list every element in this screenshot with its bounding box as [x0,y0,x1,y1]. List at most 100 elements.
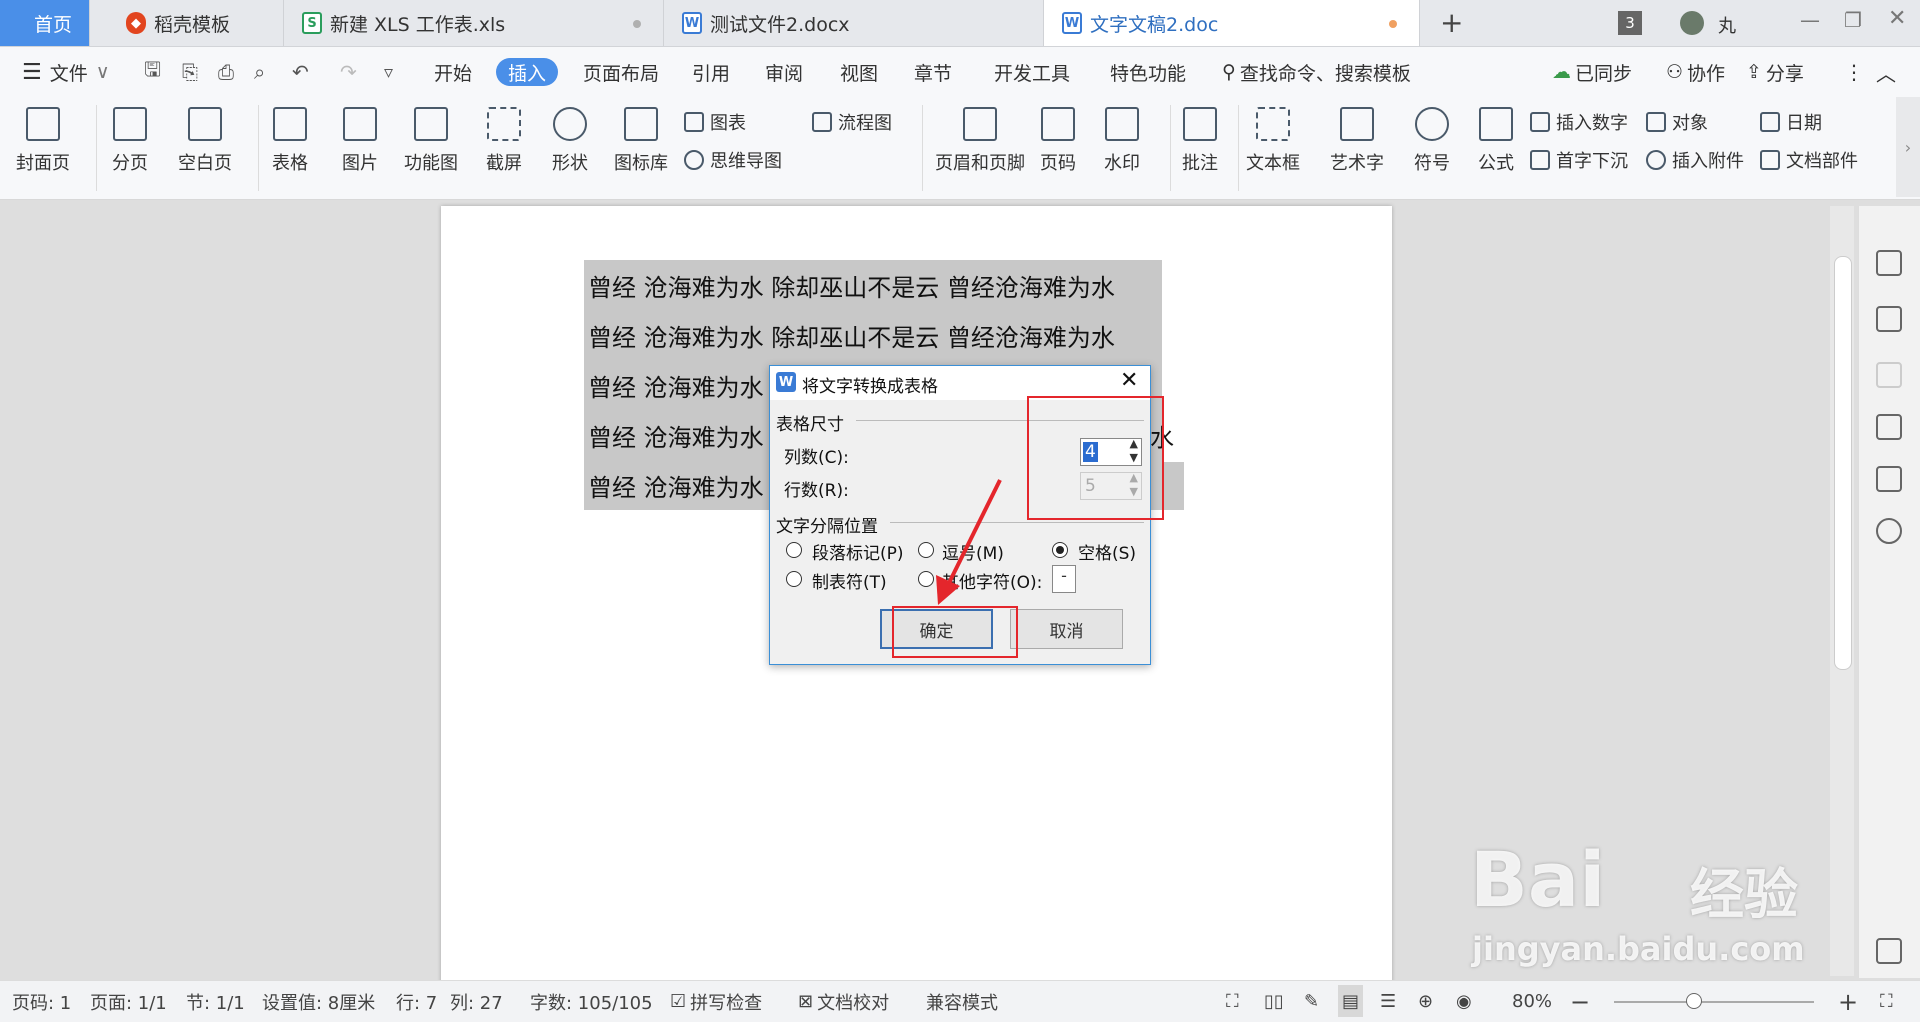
menu-developer[interactable]: 开发工具 [994,47,1070,97]
menu-chapter[interactable]: 章节 [914,47,952,97]
restore-icon[interactable]: ❐ [1844,8,1862,32]
doc-line-4[interactable]: 曾经 沧海难为水 [588,418,764,453]
chart-button[interactable]: 图表 [684,109,746,135]
cover-page-button[interactable]: 封面页 [16,107,70,175]
cancel-button[interactable]: 取消 [1010,609,1123,649]
header-footer-button[interactable]: 页眉和页脚 [935,107,1025,175]
minimize-icon[interactable]: — [1800,8,1820,32]
close-window-icon[interactable]: ✕ [1888,6,1906,31]
page-break-button[interactable]: 分页 [112,107,148,175]
avatar[interactable] [1680,11,1704,35]
quick-access-chevron-icon[interactable]: ▿ [384,47,393,97]
doc-line-5[interactable]: 曾经 沧海难为水 [588,468,764,503]
tab-test-docx[interactable]: W 测试文件2.docx [664,0,1044,46]
menu-references[interactable]: 引用 [692,47,730,97]
page-number-button[interactable]: 页码 [1040,107,1076,175]
dropcap-button[interactable]: 首字下沉 [1530,147,1628,173]
print-icon[interactable]: ⎙ [218,47,234,97]
omega-icon[interactable] [1876,518,1902,544]
command-search[interactable]: ⚲ 查找命令、搜索模板 [1222,47,1411,97]
menu-start[interactable]: 开始 [434,47,472,97]
mindmap-button[interactable]: 思维导图 [684,147,782,173]
sync-status[interactable]: ☁ 已同步 [1552,47,1632,97]
redo-icon[interactable]: ↷ [340,47,357,97]
zoom-slider-thumb[interactable] [1686,993,1702,1009]
lock-icon[interactable] [1876,414,1902,440]
doc-line-3[interactable]: 曾经 沧海难为水 [588,368,764,403]
menu-review[interactable]: 审阅 [765,47,803,97]
spell-check-button[interactable]: ☑ 拼写检查 [670,981,762,1022]
wordart-button[interactable]: 艺术字 [1330,107,1384,175]
status-setting[interactable]: 设置值: 8厘米 [262,981,375,1022]
menu-page-layout[interactable]: 页面布局 [583,47,659,97]
window-count-badge[interactable]: 3 [1618,11,1642,35]
formula-button[interactable]: 公式 [1478,107,1514,175]
object-button[interactable]: 对象 [1646,109,1708,135]
read-mode-icon[interactable]: ▯▯ [1264,981,1284,1022]
attach-button[interactable]: 插入附件 [1646,147,1744,173]
pen-icon[interactable] [1876,250,1902,276]
image-icon[interactable] [1876,466,1902,492]
ribbon-scroll-right-icon[interactable]: › [1896,97,1920,197]
screenshot-button[interactable]: 截屏 [486,107,522,175]
tab-home[interactable]: 首页 [0,0,90,46]
outline-view-icon[interactable]: ☰ [1380,981,1396,1022]
picture-button[interactable]: 图片 [342,107,378,175]
scroll-thumb[interactable] [1834,256,1852,670]
file-menu[interactable]: ☰ 文件 ∨ [22,47,110,97]
menu-special[interactable]: 特色功能 [1110,47,1186,97]
proofread-button[interactable]: ⊠ 文档校对 [798,981,889,1022]
web-view-icon[interactable]: ⊕ [1418,981,1433,1022]
flowchart-button[interactable]: 流程图 [812,109,892,135]
tab-xls[interactable]: S 新建 XLS 工作表.xls [284,0,664,46]
table-button[interactable]: 表格 [272,107,308,175]
symbol-button[interactable]: 符号 [1414,107,1450,175]
zoom-slider[interactable] [1614,1001,1814,1003]
collapse-ribbon-icon[interactable]: ︿ [1876,47,1896,97]
icon-library-button[interactable]: 图标库 [614,107,668,175]
page-view-icon[interactable]: ▤ [1338,985,1364,1017]
vertical-scrollbar[interactable] [1830,206,1854,976]
tab-current-doc[interactable]: W 文字文稿2.doc [1044,0,1420,46]
blank-page-button[interactable]: 空白页 [178,107,232,175]
user-name[interactable]: 丸 [1718,12,1736,38]
write-mode-icon[interactable]: ✎ [1304,981,1319,1022]
menu-view[interactable]: 视图 [840,47,878,97]
radio-space[interactable] [1052,542,1068,558]
undo-icon[interactable]: ↶ [292,47,309,97]
print-preview-icon[interactable]: ⌕ [254,47,265,97]
tab-daoke[interactable]: ◆ 稻壳模板 [108,0,284,46]
status-words[interactable]: 字数: 105/105 [530,981,653,1022]
doc-line-1[interactable]: 曾经 沧海难为水 除却巫山不是云 曾经沧海难为水 [588,268,1115,303]
fit-window-icon[interactable]: ⛶ [1880,981,1893,1022]
unsaved-dot-icon[interactable] [1389,20,1397,28]
zoom-in-icon[interactable]: + [1838,981,1858,1022]
docpart-button[interactable]: 文档部件 [1760,147,1858,173]
zoom-level[interactable]: 80% [1512,981,1552,1022]
function-chart-button[interactable]: 功能图 [404,107,458,175]
collaborate-button[interactable]: ⚇ 协作 [1666,47,1725,97]
share-button[interactable]: ⇪ 分享 [1746,47,1804,97]
select-cursor-icon[interactable] [1876,306,1902,332]
date-button[interactable]: 日期 [1760,109,1822,135]
adjust-icon[interactable] [1876,362,1902,388]
close-icon[interactable]: ✕ [1120,368,1138,393]
comment-button[interactable]: 批注 [1182,107,1218,175]
menu-insert[interactable]: 插入 [496,58,559,86]
zoom-out-icon[interactable]: − [1570,981,1590,1022]
close-icon[interactable] [633,20,641,28]
other-char-input[interactable]: - [1052,565,1076,593]
format-painter-icon[interactable]: ⎘ [182,47,198,97]
shape-button[interactable]: 形状 [552,107,588,175]
radio-paragraph[interactable] [786,542,802,558]
insert-number-button[interactable]: 插入数字 [1530,109,1628,135]
more-icon[interactable]: ⋮ [1844,47,1864,97]
save-icon[interactable]: 🖫 [144,47,161,97]
new-tab-icon[interactable]: + [1440,6,1463,39]
eye-care-icon[interactable]: ◉ [1456,981,1472,1022]
textbox-button[interactable]: 文本框 [1246,107,1300,175]
watermark-button[interactable]: 水印 [1104,107,1140,175]
radio-tab[interactable] [786,571,802,587]
grid-apps-icon[interactable] [1876,938,1902,964]
doc-line-2[interactable]: 曾经 沧海难为水 除却巫山不是云 曾经沧海难为水 [588,318,1115,353]
